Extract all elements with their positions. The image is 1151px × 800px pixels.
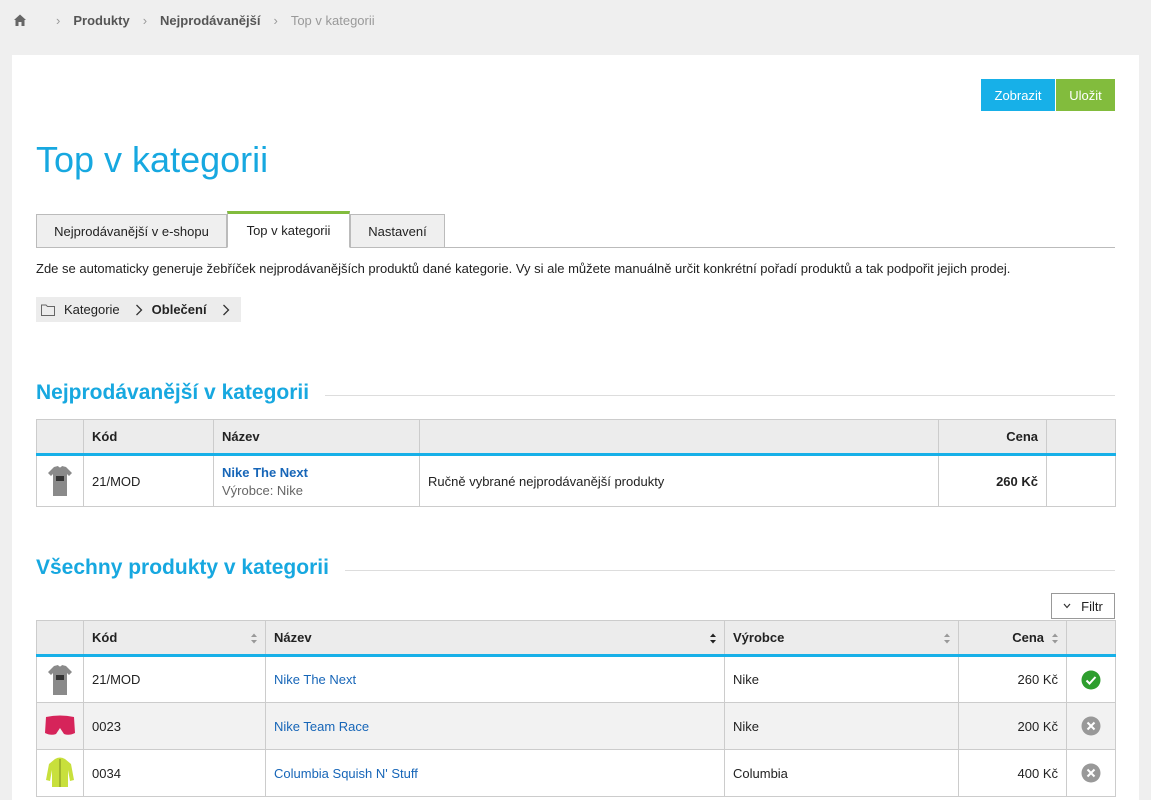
chevron-right-icon xyxy=(135,304,143,315)
remove-icon[interactable] xyxy=(1081,763,1101,783)
show-button[interactable]: Zobrazit xyxy=(981,79,1055,111)
column-header-status xyxy=(1066,620,1116,657)
category-current[interactable]: Oblečení xyxy=(152,302,207,317)
column-header-price-label: Cena xyxy=(1012,630,1044,645)
product-name-cell: Nike The Next Výrobce: Nike xyxy=(213,454,420,507)
product-thumbnail xyxy=(36,454,84,507)
product-code: 21/MOD xyxy=(83,454,214,507)
product-thumbnail xyxy=(36,702,84,750)
product-price: 260 Kč xyxy=(938,454,1047,507)
column-header-image xyxy=(36,419,84,456)
breadcrumb-current: Top v kategorii xyxy=(290,12,375,28)
chevron-right-icon[interactable] xyxy=(222,304,230,316)
column-header-maker[interactable]: Výrobce xyxy=(724,620,959,657)
product-maker: Nike xyxy=(724,702,959,750)
column-header-image xyxy=(36,620,84,657)
product-maker: Výrobce: Nike xyxy=(222,482,303,498)
product-note: Ručně vybrané nejprodávanější produkty xyxy=(419,454,939,507)
remove-icon[interactable] xyxy=(1081,716,1101,736)
main-card: Zobrazit Uložit Top v kategorii Nejprodá… xyxy=(12,55,1139,800)
row-actions xyxy=(1046,454,1116,507)
status-cell xyxy=(1066,749,1116,797)
shorts-thumbnail-icon xyxy=(45,715,75,735)
product-name-link[interactable]: Columbia Squish N' Stuff xyxy=(265,749,725,797)
product-thumbnail xyxy=(36,655,84,703)
bestsellers-table: Kód Název Cena 21/MOD Nike The Next Výro… xyxy=(36,419,1116,507)
table-row[interactable]: 0023 Nike Team Race Nike 200 Kč xyxy=(36,702,1116,750)
product-price: 200 Kč xyxy=(958,702,1067,750)
category-root[interactable]: Kategorie xyxy=(64,302,120,317)
column-header-price[interactable]: Cena xyxy=(958,620,1067,657)
column-header-actions xyxy=(1046,419,1116,456)
product-name-link[interactable]: Nike Team Race xyxy=(265,702,725,750)
chevron-down-icon xyxy=(1063,603,1071,609)
column-header-code: Kód xyxy=(83,419,214,456)
jacket-thumbnail-icon xyxy=(46,757,74,787)
column-header-name-label: Název xyxy=(274,630,312,645)
breadcrumb-item-produkty[interactable]: Produkty xyxy=(73,13,129,28)
column-header-code-label: Kód xyxy=(92,630,118,645)
product-maker: Columbia xyxy=(724,749,959,797)
product-price: 400 Kč xyxy=(958,749,1067,797)
sort-icon[interactable] xyxy=(1051,632,1059,645)
column-header-note xyxy=(419,419,939,456)
sort-icon[interactable] xyxy=(943,632,951,645)
column-header-price: Cena xyxy=(938,419,1047,456)
table-row[interactable]: 0034 Columbia Squish N' Stuff Columbia 4… xyxy=(36,749,1116,797)
tshirt-thumbnail-icon xyxy=(48,664,72,695)
all-products-table: Kód Název Výrobce Cena 21/MOD Nike The N… xyxy=(36,620,1116,797)
breadcrumb-item-nejprodavanejsi[interactable]: Nejprodávanější xyxy=(160,13,260,28)
filter-label: Filtr xyxy=(1081,598,1103,614)
sort-icon[interactable] xyxy=(709,632,717,645)
product-code: 0023 xyxy=(83,702,266,750)
column-header-code[interactable]: Kód xyxy=(83,620,266,657)
status-cell xyxy=(1066,702,1116,750)
chevron-right-icon: › xyxy=(273,12,278,28)
status-cell xyxy=(1066,655,1116,703)
category-path[interactable]: Kategorie Oblečení xyxy=(36,297,241,322)
product-price: 260 Kč xyxy=(958,655,1067,703)
breadcrumb: › Produkty › Nejprodávanější › Top v kat… xyxy=(13,11,375,29)
section-title-bestsellers: Nejprodávanější v kategorii xyxy=(36,381,326,405)
check-icon[interactable] xyxy=(1081,670,1101,690)
section-title-all-products: Všechny produkty v kategorii xyxy=(36,556,345,580)
chevron-right-icon: › xyxy=(56,12,61,28)
table-row[interactable]: 21/MOD Nike The Next Výrobce: Nike Ručně… xyxy=(36,454,1116,507)
save-button[interactable]: Uložit xyxy=(1056,79,1115,111)
chevron-right-icon: › xyxy=(142,12,148,28)
tab-top-in-category[interactable]: Top v kategorii xyxy=(227,211,350,248)
column-header-maker-label: Výrobce xyxy=(733,630,785,645)
home-icon[interactable] xyxy=(13,13,27,27)
product-name-link[interactable]: Nike The Next xyxy=(222,465,411,480)
product-code: 21/MOD xyxy=(83,655,266,703)
tab-settings[interactable]: Nastavení xyxy=(350,214,445,248)
page-title: Top v kategorii xyxy=(36,139,269,180)
column-header-name[interactable]: Název xyxy=(265,620,725,657)
tshirt-thumbnail-icon xyxy=(48,466,72,496)
filter-button[interactable]: Filtr xyxy=(1051,593,1115,619)
column-header-name: Název xyxy=(213,419,420,456)
product-thumbnail xyxy=(36,749,84,797)
intro-text: Zde se automaticky generuje žebříček nej… xyxy=(36,261,1011,276)
product-maker: Nike xyxy=(724,655,959,703)
product-code: 0034 xyxy=(83,749,266,797)
folder-icon xyxy=(41,304,55,316)
tab-bar: Nejprodávanější v e-shopu Top v kategori… xyxy=(36,211,1115,248)
product-name-link[interactable]: Nike The Next xyxy=(265,655,725,703)
table-row[interactable]: 21/MOD Nike The Next Nike 260 Kč xyxy=(36,655,1116,703)
sort-icon[interactable] xyxy=(250,632,258,645)
tab-bestsellers-eshop[interactable]: Nejprodávanější v e-shopu xyxy=(36,214,227,248)
